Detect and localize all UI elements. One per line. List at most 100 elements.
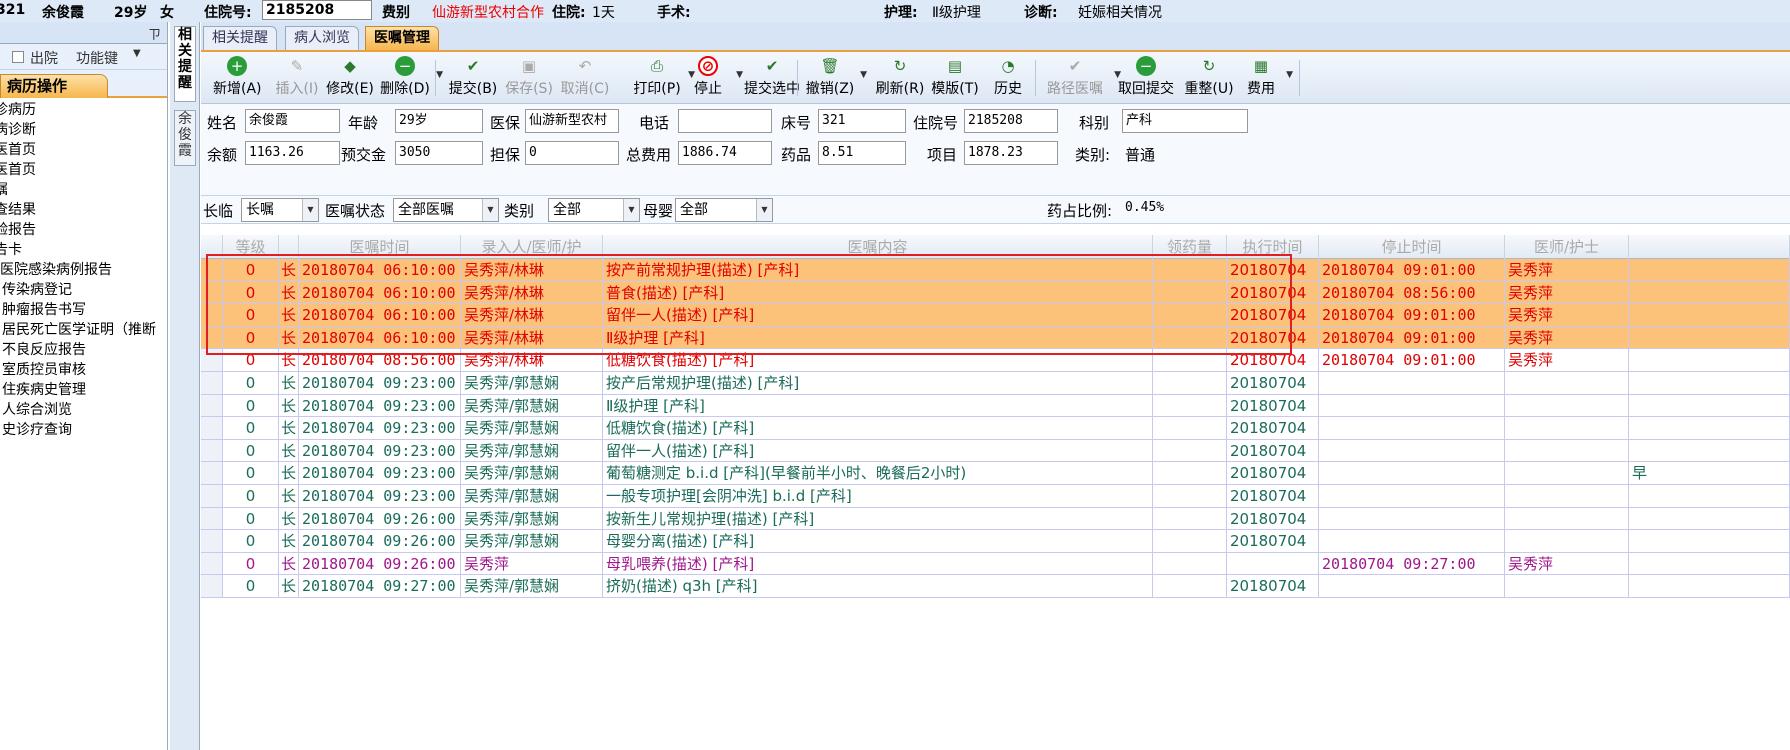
grid-column-header[interactable]: 领药量 [1153,235,1227,259]
chevron-down-icon[interactable]: ▼ [756,199,772,221]
grid-column-header[interactable]: 停止时间 [1319,235,1505,259]
table-row[interactable]: 0 长 20180704 09:23:00 吴秀萍/郭慧娴 低糖饮食(描述) [产科] 2… [201,417,1790,440]
sidebar-item[interactable]: 史诊疗查询 [2,420,167,440]
sidebar-item[interactable]: 医首页 [0,140,167,160]
deposit-field[interactable]: 3050 [395,141,483,165]
table-row[interactable]: 0 长 20180704 09:26:00 吴秀萍 母乳喂养(描述) [产科] 20180… [201,552,1790,576]
discharge-checkbox[interactable] [12,51,24,63]
save-button[interactable]: ▣ 保存(S) [505,56,553,102]
tab-order-management[interactable]: 医嘱管理 [365,26,439,50]
sidebar-item[interactable]: 居民死亡医学证明（推断 [2,320,167,340]
sidebar-item[interactable]: 嘱 [0,180,167,200]
chevron-down-icon[interactable]: ▼ [436,70,443,80]
reorganize-button[interactable]: ↻ 重整(U) [1181,56,1237,102]
total-fee-field[interactable]: 1886.74 [678,141,772,165]
tab-medical-record-ops[interactable]: 病历操作 [0,74,108,98]
phone-field[interactable] [678,109,772,133]
table-row[interactable]: 0 长 20180704 09:23:00 吴秀萍/郭慧娴 Ⅱ级护理 [产科] 20180… [201,394,1790,418]
chevron-down-icon[interactable]: ▼ [302,199,318,221]
grid-column-header[interactable]: 医师/护士 [1505,235,1629,259]
grid-column-header[interactable]: 录入人/医师/护 [461,235,603,259]
table-row[interactable]: 0 长 20180704 06:10:00 吴秀萍/林琳 Ⅱ级护理 [产科] 201807… [201,326,1790,350]
grid-column-header[interactable]: 执行时间 [1227,235,1319,259]
chevron-down-icon[interactable]: ▼ [860,70,867,80]
refresh-button[interactable]: ↻ 刷新(R) [873,56,927,102]
tab-patient-browse[interactable]: 病人浏览 [285,26,359,50]
admission-field[interactable]: 2185208 [964,109,1058,133]
sidebar-item[interactable]: 诊病历 [0,100,167,120]
sidebar-item[interactable]: 住疾病史管理 [2,380,167,400]
history-button[interactable]: ◔ 历史 [989,56,1027,102]
sidebar-item[interactable]: 不良反应报告 [2,340,167,360]
table-row[interactable]: 0 长 20180704 08:56:00 吴秀萍/林琳 低糖饮食(描述) [产科] 20… [201,349,1790,372]
grid-column-header[interactable]: 医嘱时间 [299,235,461,259]
table-row[interactable]: 0 长 20180704 09:23:00 吴秀萍/郭慧娴 葡萄糖测定 b.i.d [产… [201,462,1790,485]
sidebar-item[interactable]: 查结果 [0,200,167,220]
insurance-field[interactable]: 仙游新型农村 [525,109,619,133]
sidebar-item[interactable]: 告卡 [0,240,167,260]
edit-button[interactable]: ◆ 修改(E) [325,56,375,102]
revoke-icon: 🗑 [820,57,840,75]
insert-button[interactable]: ✎ 插入(I) [273,56,321,102]
function-key-button[interactable]: 功能键 [76,48,118,68]
cancel-button[interactable]: ↶ 取消(C) [559,56,611,102]
revoke-button[interactable]: 🗑 撤销(Z) ▼ [805,56,867,102]
table-row[interactable]: 0 长 20180704 09:27:00 吴秀萍/郭慧娴 挤奶(描述) q3h [产科… [201,575,1790,598]
grid-column-header[interactable] [279,235,299,259]
chevron-down-icon[interactable]: ▼ [1286,70,1293,80]
mother-baby-select[interactable]: 全部 ▼ [675,198,773,222]
tab-reminders[interactable]: 相关提醒 [203,26,277,50]
table-row[interactable]: 0 长 20180704 06:10:00 吴秀萍/林琳 留伴一人(描述) [产科] 20… [201,304,1790,327]
print-button[interactable]: ⎙ 打印(P) ▼ [631,56,695,102]
sidebar-item[interactable]: 医院感染病例报告 [0,260,167,280]
submit-button[interactable]: ✔ 提交(B) [447,56,499,102]
template-button[interactable]: ▤ 模版(T) [931,56,979,102]
table-row[interactable]: 0 长 20180704 09:26:00 吴秀萍/郭慧娴 母婴分离(描述) [产科] 2… [201,530,1790,553]
total-fee-label: 总费用 [626,146,672,164]
sidebar-item[interactable]: 验报告 [0,220,167,240]
table-row[interactable]: 0 长 20180704 09:23:00 吴秀萍/郭慧娴 一般专项护理[会阴冲洗] b… [201,484,1790,508]
balance-field[interactable]: 1163.26 [245,141,340,165]
stop-button[interactable]: ⊘ 停止 ▼ [685,56,743,102]
submit-selected-button[interactable]: ✔ 提交选中 [741,56,803,102]
item-fee-field[interactable]: 1878.23 [964,141,1058,165]
table-row[interactable]: 0 长 20180704 06:10:00 吴秀萍/林琳 按产前常规护理(描述) [产科… [201,259,1790,282]
age-field[interactable]: 29岁 [395,109,483,133]
retrieve-button[interactable]: − 取回提交 [1115,56,1177,102]
grid-column-header[interactable]: 等级 [223,235,279,259]
sidebar-item[interactable]: 医首页 [0,160,167,180]
vtab-patient[interactable]: 余俊霞 [174,110,196,166]
delete-button[interactable]: − 删除(D) ▼ [379,56,443,102]
grid-column-header[interactable] [1629,235,1790,259]
cell-nurse [1505,507,1629,530]
grid-column-header[interactable]: 医嘱内容 [603,235,1153,259]
cell-type: 长 [279,439,299,462]
drug-fee-field[interactable]: 8.51 [818,141,906,165]
duration-select[interactable]: 长嘱 ▼ [241,198,319,222]
table-row[interactable]: 0 长 20180704 09:26:00 吴秀萍/郭慧娴 按新生儿常规护理(描述) [… [201,507,1790,531]
chevron-down-icon[interactable]: ▼ [623,199,639,221]
chevron-down-icon[interactable]: ▼ [133,48,141,59]
pathway-button[interactable]: ✔ 路径医嘱 ▼ [1041,56,1121,102]
chevron-down-icon[interactable]: ▼ [482,199,498,221]
sidebar-item[interactable]: 病诊断 [0,120,167,140]
fee-button[interactable]: ▦ 费用 ▼ [1241,56,1293,102]
pin-icon[interactable]: ㄗ [148,24,161,43]
sidebar-item[interactable]: 肿瘤报告书写 [2,300,167,320]
table-row[interactable]: 0 长 20180704 09:23:00 吴秀萍/郭慧娴 留伴一人(描述) [产科] 2… [201,439,1790,463]
vtab-reminders[interactable]: 相关提醒 [174,26,196,102]
dept-field[interactable]: 产科 [1122,109,1248,133]
table-row[interactable]: 0 长 20180704 09:23:00 吴秀萍/郭慧娴 按产后常规护理(描述) [产… [201,371,1790,395]
sidebar-item[interactable]: 传染病登记 [2,280,167,300]
table-row[interactable]: 0 长 20180704 06:10:00 吴秀萍/林琳 普食(描述) [产科] 2018… [201,281,1790,305]
sidebar-item[interactable]: 人综合浏览 [2,400,167,420]
bed-field[interactable]: 321 [818,109,906,133]
name-field[interactable]: 余俊霞 [245,109,340,133]
cell-type: 长 [279,259,299,281]
guarantee-field[interactable]: 0 [525,141,619,165]
type-select[interactable]: 全部 ▼ [548,198,640,222]
add-button[interactable]: + 新增(A) [213,56,262,102]
grid-column-header[interactable] [201,235,223,259]
sidebar-item[interactable]: 室质控员审核 [2,360,167,380]
status-select[interactable]: 全部医嘱 ▼ [393,198,499,222]
